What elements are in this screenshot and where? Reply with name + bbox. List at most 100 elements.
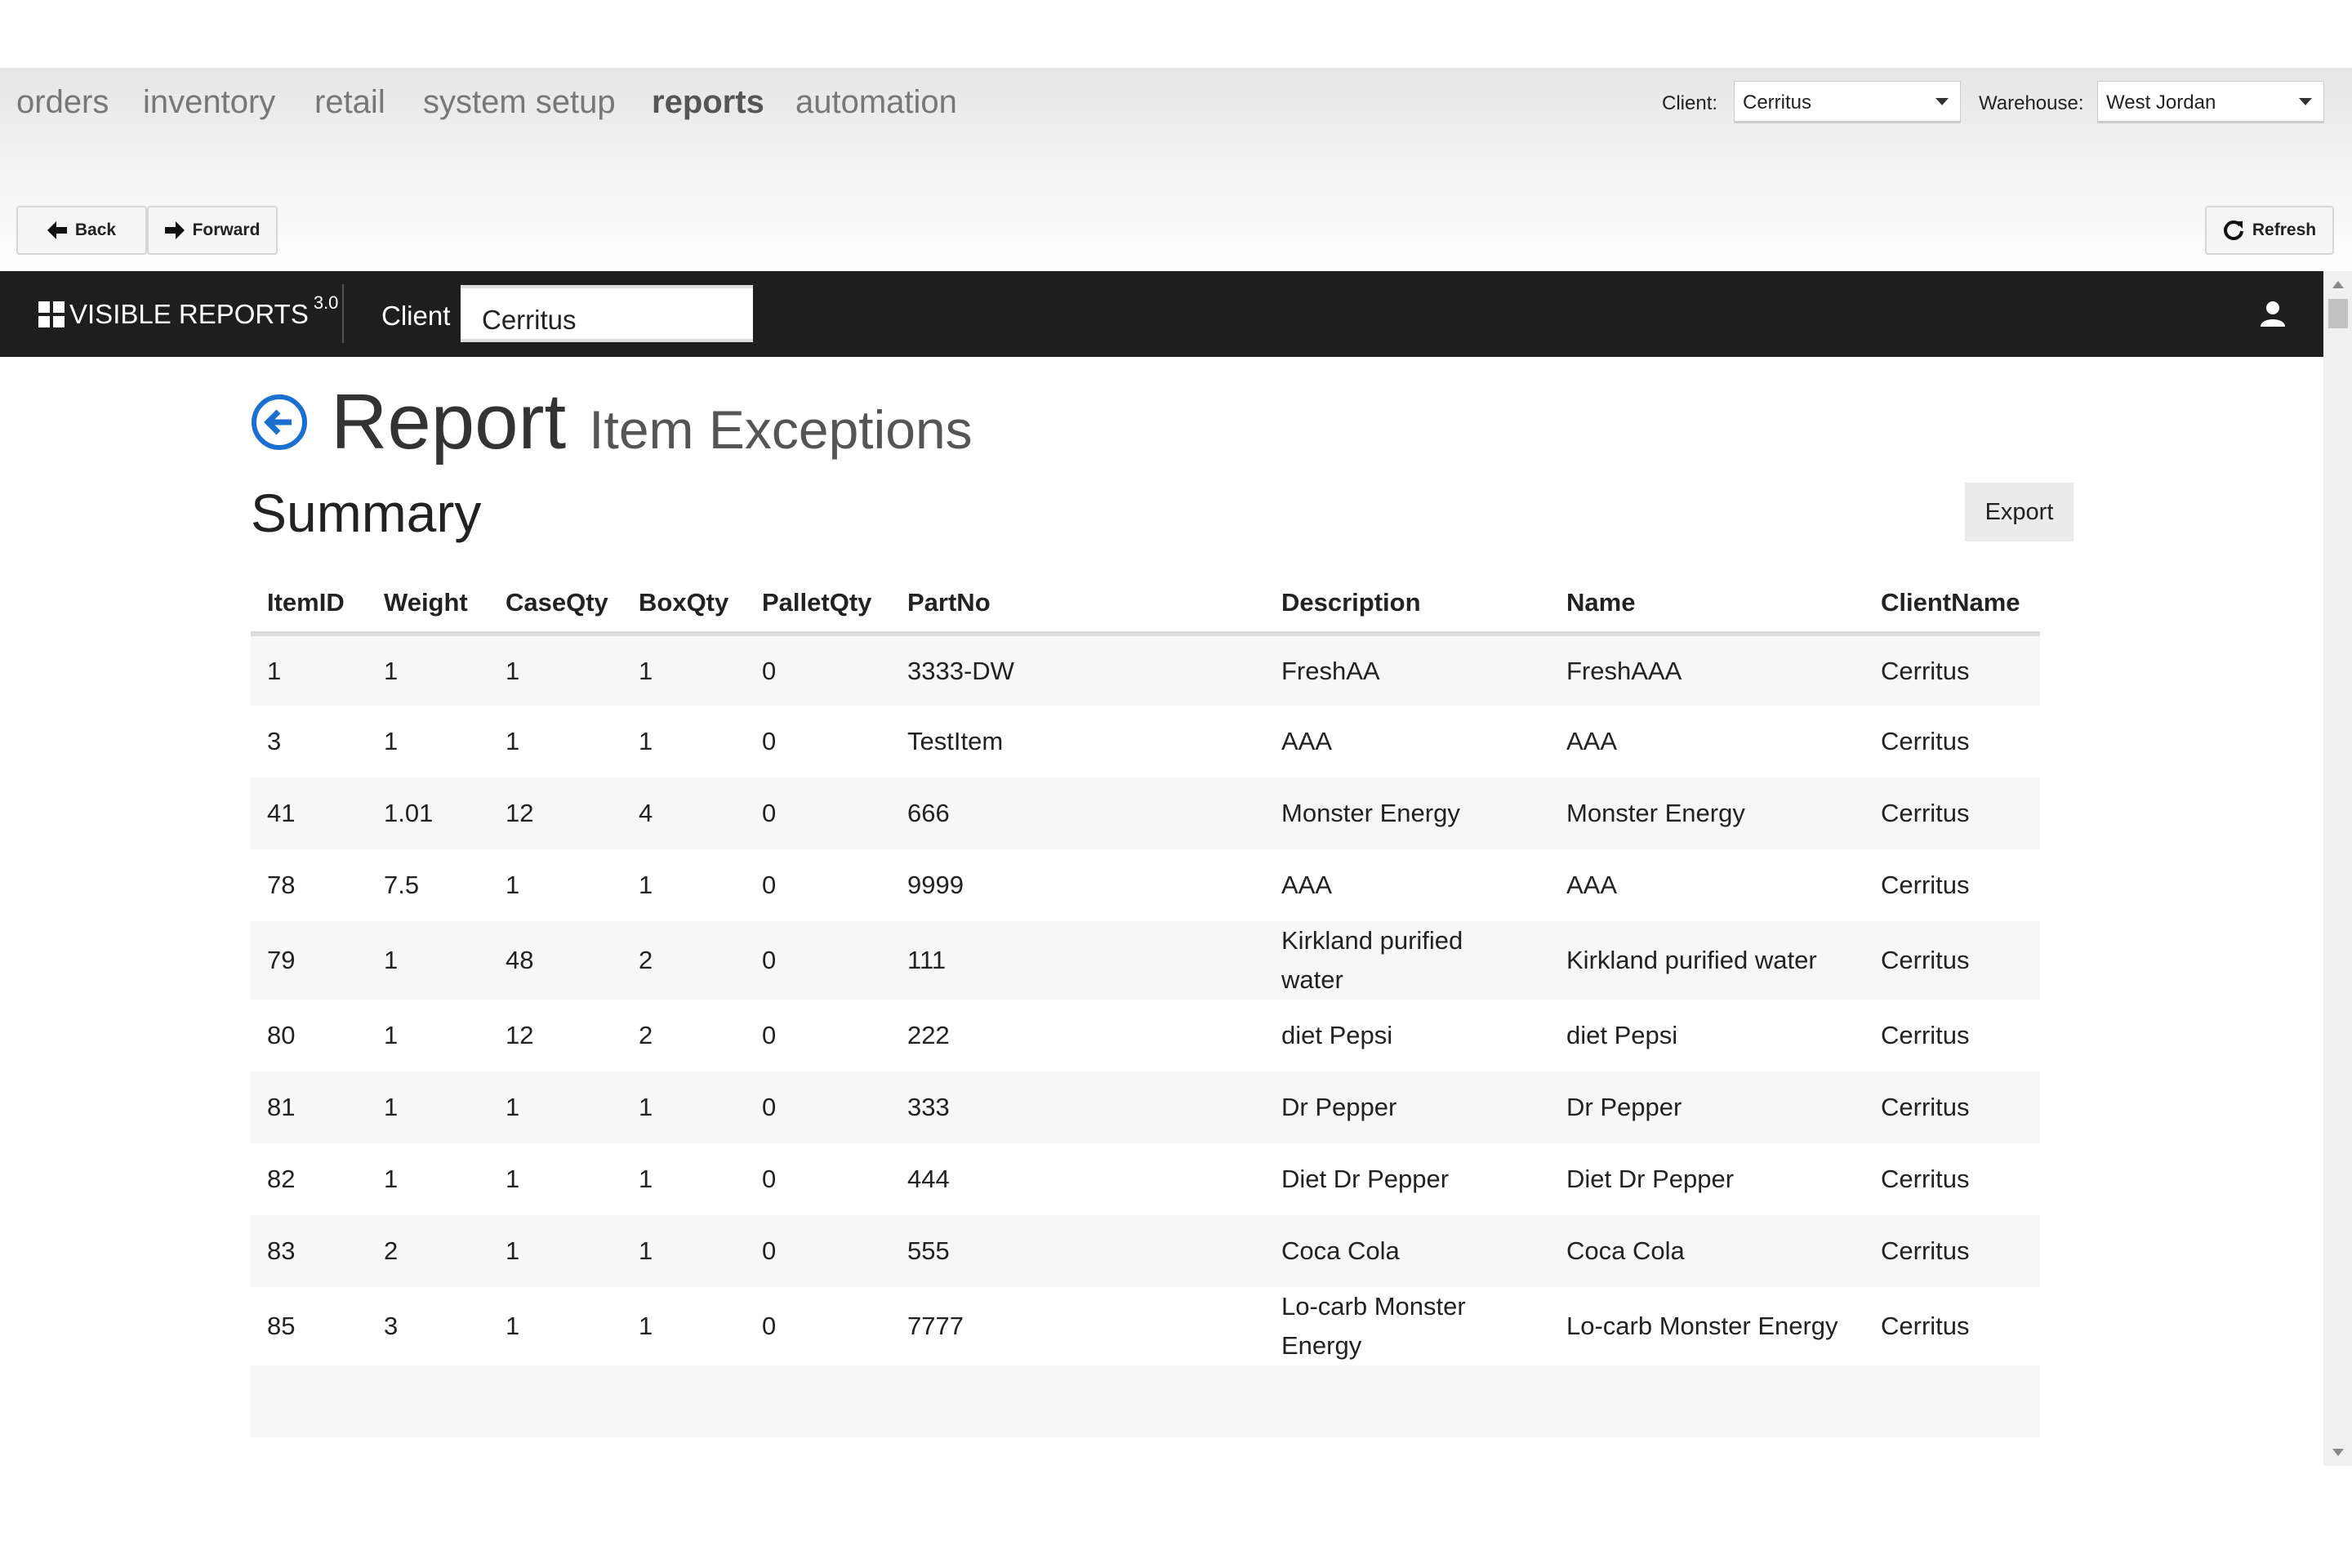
cell-partno: 9999 [907,871,964,899]
user-icon[interactable] [2260,301,2286,327]
table-row[interactable]: 82 1 1 1 0 444 Diet Dr Pepper Diet Dr Pepper Cer… [251,1143,2040,1215]
table-row[interactable]: 83 2 1 1 0 555 Coca Cola Coca Cola Cerritus [251,1215,2040,1287]
back-label: Back [74,220,117,239]
column-header-partno[interactable]: PartNo [891,573,1265,636]
cell-clientname: Cerritus [1864,1215,2040,1287]
nav-automation[interactable]: automation [795,84,957,121]
scroll-up-icon[interactable] [2332,281,2344,288]
refresh-icon [2223,220,2243,241]
table-row[interactable]: 80 1 12 2 0 222 diet Pepsi diet Pepsi Cerritus [251,1000,2040,1071]
column-header-weight[interactable]: Weight [368,573,489,636]
app-version: 3.0 [313,292,339,313]
forward-button[interactable]: Forward [147,206,278,255]
column-header-name[interactable]: Name [1550,573,1864,636]
description-text: Diet Dr Pepper [1281,1165,1450,1193]
cell-description: Coca Cola [1265,1215,1550,1287]
cell-description: AAA [1265,706,1550,777]
column-header-itemid[interactable]: ItemID [251,573,368,636]
cell-boxqty: 1 [639,1165,653,1193]
cell-description: Diet Dr Pepper [1265,1143,1550,1215]
cell-caseqty: 12 [506,1021,534,1049]
cell-partno: 3333-DW [891,634,1265,706]
client-select[interactable]: Cerritus [1734,81,1961,123]
column-header-palletqty[interactable]: PalletQty [746,573,891,636]
cell-clientname: Cerritus [1881,727,1970,755]
cell-boxqty: 2 [639,1021,653,1049]
cell-itemid: 80 [267,1021,296,1049]
table-row[interactable]: 3 1 1 1 0 TestItem AAA AAA Cerritus [251,706,2040,777]
cell-weight: 1 [368,1071,489,1143]
column-header-clientname[interactable]: ClientName [1864,573,2040,636]
cell-empty [746,1365,891,1437]
cell-caseqty: 1 [506,727,520,755]
cell-description: Lo-carb Monster Energy [1265,1287,1550,1365]
header-client-input[interactable]: Cerritus [461,285,753,342]
scroll-down-icon[interactable] [2332,1449,2344,1456]
table-row[interactable]: 41 1.01 12 4 0 666 Monster Energy Monster Energ… [251,777,2040,849]
title-subtitle: Item Exceptions [589,399,973,460]
cell-boxqty: 1 [622,1215,746,1287]
cell-weight: 1 [384,1021,399,1049]
nav-orders[interactable]: orders [16,84,109,121]
app-logo[interactable]: VISIBLE REPORTS 3.0 [38,292,338,330]
nav-inventory[interactable]: inventory [143,84,275,121]
cell-palletqty: 0 [746,777,891,849]
cell-palletqty: 0 [762,1165,777,1193]
table-row[interactable]: 78 7.5 1 1 0 9999 AAA AAA Cerritus [251,849,2040,921]
warehouse-select-value: West Jordan [2106,91,2216,114]
cell-name: AAA [1566,727,1618,755]
cell-name: Diet Dr Pepper [1566,1165,1735,1193]
table-row[interactable]: 1 1 1 1 0 3333-DW FreshAA FreshAAA Cerritus [251,634,2040,706]
cell-caseqty: 1 [506,1312,520,1340]
cell-boxqty: 2 [622,921,746,1000]
description-text: AAA [1281,727,1333,755]
warehouse-select[interactable]: West Jordan [2097,81,2324,123]
cell-description: FreshAA [1265,634,1550,706]
client-label: Client: [1662,92,1718,114]
cell-clientname: Cerritus [1881,1312,1970,1340]
summary-table: ItemID Weight CaseQty BoxQty PalletQty PartNo… [251,573,2040,1437]
nav-retail[interactable]: retail [314,84,385,121]
table-row[interactable]: 81 1 1 1 0 333 Dr Pepper Dr Pepper Cerritus [251,1071,2040,1143]
cell-empty [368,1365,489,1437]
description-text: Monster Energy [1281,799,1460,827]
cell-caseqty: 48 [489,921,622,1000]
cell-palletqty: 0 [762,1021,777,1049]
back-circle-arrow-icon[interactable] [251,394,308,451]
column-header-caseqty[interactable]: CaseQty [489,573,622,636]
refresh-button[interactable]: Refresh [2205,206,2334,255]
chevron-down-icon [2299,98,2312,105]
description-text: Kirkland purified water [1281,926,1463,994]
nav-system-setup[interactable]: system setup [423,84,616,121]
cell-weight: 1.01 [368,777,489,849]
scrollbar-thumb[interactable] [2328,299,2348,328]
export-button[interactable]: Export [1965,483,2074,541]
cell-weight: 2 [368,1215,489,1287]
description-text: Dr Pepper [1281,1093,1397,1121]
cell-boxqty: 1 [639,727,653,755]
cell-caseqty: 1 [506,1165,520,1193]
description-text: FreshAA [1281,656,1380,685]
back-button[interactable]: Back [16,206,147,255]
description-text: diet Pepsi [1281,1021,1393,1049]
cell-partno: 555 [891,1215,1265,1287]
nav-reports[interactable]: reports [652,84,764,121]
cell-palletqty: 0 [762,871,777,899]
description-text: AAA [1281,871,1333,899]
scrollbar[interactable] [2323,271,2352,1466]
table-row[interactable]: 85 3 1 1 0 7777 Lo-carb Monster Energy Lo-carb … [251,1287,2040,1365]
cell-caseqty: 1 [506,871,520,899]
cell-partno: 444 [907,1165,950,1193]
table-row[interactable]: 79 1 48 2 0 111 Kirkland purified water Kirklan… [251,921,2040,1000]
column-header-description[interactable]: Description [1265,573,1550,636]
cell-itemid: 1 [251,634,368,706]
cell-description: diet Pepsi [1265,1000,1550,1071]
column-header-boxqty[interactable]: BoxQty [622,573,746,636]
cell-name: Monster Energy [1550,777,1864,849]
cell-name: AAA [1566,871,1618,899]
description-text: Coca Cola [1281,1236,1400,1265]
cell-empty [891,1365,1265,1437]
cell-name: diet Pepsi [1566,1021,1678,1049]
cell-empty [1265,1365,1550,1437]
cell-clientname: Cerritus [1881,1165,1970,1193]
